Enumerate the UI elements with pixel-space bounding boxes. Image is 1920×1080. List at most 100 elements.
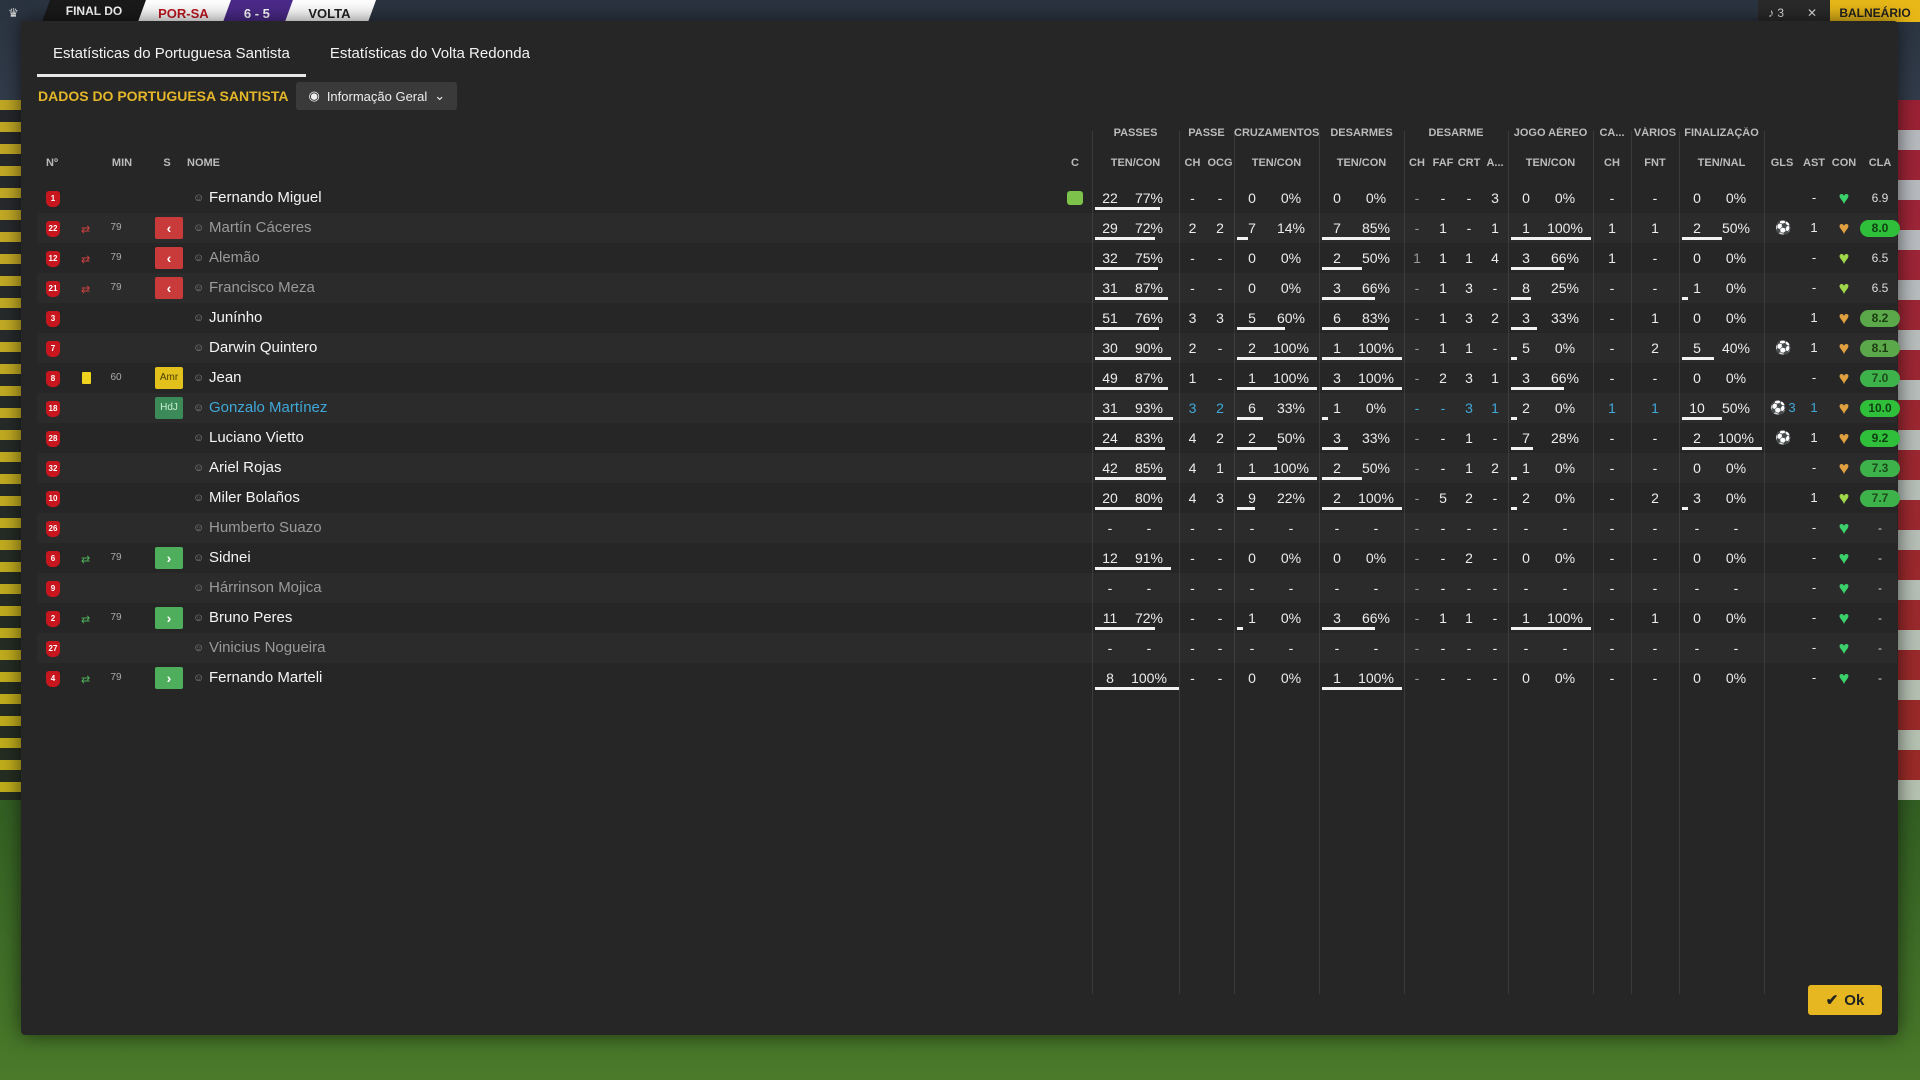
sub-in-badge[interactable]: › bbox=[155, 607, 183, 629]
shots-bar bbox=[1682, 357, 1714, 360]
table-row[interactable]: 21 ⇄ 79 ‹ ☺ Francisco Meza 31 87% - -0 0% 3 66% -1 3-8… bbox=[37, 273, 1897, 303]
table-row[interactable]: 28 ☺ Luciano Vietto 24 83% 4 2 2 50% 3 33% - -1-7 28%… bbox=[37, 423, 1900, 453]
tackles-bar bbox=[1322, 477, 1362, 480]
tab-home-stats[interactable]: Estatísticas do Portuguesa Santista bbox=[37, 45, 306, 77]
table-row[interactable]: 7 ☺ Darwin Quintero 30 90% 2-2 100% 1 100% -1 1-5 0… bbox=[37, 333, 1900, 363]
column-header-cruz[interactable]: TEN/CON bbox=[1234, 157, 1319, 169]
column-header-gls[interactable]: GLS bbox=[1764, 157, 1800, 169]
sub-out-badge[interactable]: ‹ bbox=[155, 277, 183, 299]
headers-pct: - bbox=[1562, 520, 1568, 536]
condition-heart-icon: ♥ bbox=[1838, 668, 1850, 688]
column-header-min[interactable]: MIN bbox=[107, 157, 137, 169]
table-row[interactable]: 22 ⇄ 79 ‹ ☺ Martín Cáceres 29 72% 2 2 7 14% 7 85% -1-1… bbox=[37, 213, 1900, 243]
passes-bar bbox=[1095, 567, 1171, 570]
table-row[interactable]: 10 ☺ Miler Bolaños 20 80% 4 3 9 22% 2 100% -5 2-2 0% -… bbox=[37, 483, 1900, 513]
person-icon: ☺ bbox=[193, 552, 205, 564]
table-row[interactable]: 6 ⇄ 79 › ☺ Sidnei 12 91% - -0 0% 0 0% - -2-0 0% - -0 0% - ♥ - bbox=[37, 543, 1897, 573]
column-header-passe_ch[interactable]: CH bbox=[1179, 157, 1206, 169]
passes-bar bbox=[1095, 297, 1168, 300]
view-dropdown[interactable]: ◉ Informação Geral ⌄ bbox=[296, 82, 458, 110]
scoreboard: POR-SA 6 - 5 VOLTA bbox=[137, 0, 377, 22]
column-header-des_crt[interactable]: CRT bbox=[1456, 157, 1482, 169]
table-row[interactable]: 1 ☺ Fernando Miguel 22 77% - -0 0% 0 0% - - -3 0 0% - -0… bbox=[37, 183, 1897, 213]
player-name[interactable]: Jean bbox=[209, 363, 242, 393]
crosses-bar bbox=[1237, 507, 1255, 510]
table-row[interactable]: 2 ⇄ 79 › ☺ Bruno Peres 11 72% - -1 0% 3 66% -1 1-1 100%… bbox=[37, 603, 1897, 633]
sub-out-badge[interactable]: ‹ bbox=[155, 247, 183, 269]
table-row[interactable]: 4 ⇄ 79 › ☺ Fernando Marteli 8 100% - -0 0% 1 100% - - -… bbox=[37, 663, 1897, 693]
column-header-c[interactable]: C bbox=[1069, 157, 1081, 169]
chevron-down-icon: ⌄ bbox=[434, 88, 446, 103]
table-row[interactable]: 3 ☺ Junínho 51 76% 3 3 5 60% 6 83% -1 3 2 3 33% -1 0 0% 1 ♥ 8… bbox=[37, 303, 1900, 333]
player-name[interactable]: Luciano Vietto bbox=[209, 423, 304, 453]
player-name[interactable]: Humberto Suazo bbox=[209, 513, 322, 543]
crosses-attempted: 0 bbox=[1248, 190, 1256, 206]
column-header-des_a[interactable]: A... bbox=[1482, 157, 1508, 169]
sub-in-badge[interactable]: › bbox=[155, 547, 183, 569]
player-rating: 6.5 bbox=[1871, 281, 1889, 295]
column-header-desarmes[interactable]: TEN/CON bbox=[1319, 157, 1404, 169]
table-row[interactable]: 26 ☺ Humberto Suazo - - - - - - - - - - - - - - - - - - - ♥ - bbox=[37, 513, 1897, 543]
passes-bar bbox=[1095, 237, 1155, 240]
table-row[interactable]: 12 ⇄ 79 ‹ ☺ Alemão 32 75% - -0 0% 2 50% 1 1 1 4 3 66% 1-0 0%… bbox=[37, 243, 1897, 273]
player-name[interactable]: Francisco Meza bbox=[209, 273, 315, 303]
player-name[interactable]: Bruno Peres bbox=[209, 603, 292, 633]
column-header-con[interactable]: CON bbox=[1828, 157, 1860, 169]
shirt-number-badge: 7 bbox=[46, 341, 60, 357]
tab-away-stats[interactable]: Estatísticas do Volta Redonda bbox=[314, 45, 546, 77]
column-header-nome[interactable]: NOME bbox=[187, 157, 247, 169]
column-header-des_ch[interactable]: CH bbox=[1404, 157, 1430, 169]
shirt-number-badge: 9 bbox=[46, 581, 60, 597]
column-header-s[interactable]: S bbox=[159, 157, 175, 169]
column-header-aereo[interactable]: TEN/CON bbox=[1508, 157, 1593, 169]
close-topbar-button[interactable]: ✕ bbox=[1794, 0, 1830, 22]
player-name[interactable]: Junínho bbox=[209, 303, 262, 333]
person-icon: ☺ bbox=[193, 372, 205, 384]
player-name[interactable]: Sidnei bbox=[209, 543, 251, 573]
sub-in-badge[interactable]: › bbox=[155, 667, 183, 689]
table-row[interactable]: 18 HdJ ☺ Gonzalo Martínez 31 93% 3 2 6 33% 1 0% - -3 1… bbox=[37, 393, 1900, 423]
player-name[interactable]: Darwin Quintero bbox=[209, 333, 317, 363]
person-icon: ☺ bbox=[193, 432, 205, 444]
key-passes-ch: - bbox=[1190, 280, 1195, 296]
chances-created-ocg: - bbox=[1217, 370, 1223, 386]
shirt-number-badge: 21 bbox=[46, 281, 60, 297]
ca-ch: - bbox=[1609, 370, 1615, 386]
column-header-passes[interactable]: TEN/CON bbox=[1092, 157, 1179, 169]
player-rating: 8.0 bbox=[1860, 220, 1900, 237]
table-row[interactable]: 8 60 Amr ☺ Jean 49 87% 1-1 100% 3 100% -2 3 1 3 66% - -0 0… bbox=[37, 363, 1900, 393]
player-name[interactable]: Fernando Miguel bbox=[209, 183, 322, 213]
column-header-no[interactable]: Nº bbox=[42, 157, 62, 169]
condition-heart-icon: ♥ bbox=[1838, 248, 1850, 268]
column-header-final[interactable]: TEN/NAL bbox=[1679, 157, 1764, 169]
balneario-button[interactable]: BALNEÁRIO bbox=[1830, 0, 1920, 22]
shirt-number-badge: 18 bbox=[46, 401, 60, 417]
player-rating: - bbox=[1878, 551, 1882, 565]
column-header-var_fnt[interactable]: FNT bbox=[1631, 157, 1679, 169]
player-name[interactable]: Vinicius Nogueira bbox=[209, 633, 325, 663]
fouls-faf: 1 bbox=[1439, 280, 1447, 296]
audio-button[interactable]: ♪ 3 bbox=[1758, 0, 1794, 22]
column-header-ast[interactable]: AST bbox=[1800, 157, 1828, 169]
tackles-pct: 0% bbox=[1365, 550, 1387, 566]
player-name[interactable]: Alemão bbox=[209, 243, 260, 273]
table-row[interactable]: 9 ☺ Hárrinson Mojica - - - - - - - - - - - - - - - - - - - ♥ - bbox=[37, 573, 1897, 603]
player-name[interactable]: Miler Bolaños bbox=[209, 483, 300, 513]
crosses-bar bbox=[1237, 357, 1317, 360]
player-name[interactable]: Gonzalo Martínez bbox=[209, 393, 327, 423]
column-header-cla[interactable]: CLA bbox=[1860, 157, 1900, 169]
player-name[interactable]: Ariel Rojas bbox=[209, 453, 282, 483]
column-header-passe_ocg[interactable]: OCG bbox=[1206, 157, 1234, 169]
table-row[interactable]: 27 ☺ Vinicius Nogueira - - - - - - - - - - - - - - - - - - - ♥… bbox=[37, 633, 1897, 663]
table-row[interactable]: 32 ☺ Ariel Rojas 42 85% 4 1 1 100% 2 50% - -1 2 1 0% - -0… bbox=[37, 453, 1900, 483]
player-name[interactable]: Fernando Marteli bbox=[209, 663, 322, 693]
player-name[interactable]: Hárrinson Mojica bbox=[209, 573, 322, 603]
player-name[interactable]: Martín Cáceres bbox=[209, 213, 312, 243]
column-header-ca_ch[interactable]: CH bbox=[1593, 157, 1631, 169]
minute-label: 79 bbox=[110, 672, 122, 683]
player-rating: - bbox=[1878, 611, 1882, 625]
column-header-des_faf[interactable]: FAF bbox=[1430, 157, 1456, 169]
sub-out-badge[interactable]: ‹ bbox=[155, 217, 183, 239]
eye-icon: ◉ bbox=[308, 88, 320, 103]
ok-button[interactable]: ✔ Ok bbox=[1808, 985, 1882, 1015]
